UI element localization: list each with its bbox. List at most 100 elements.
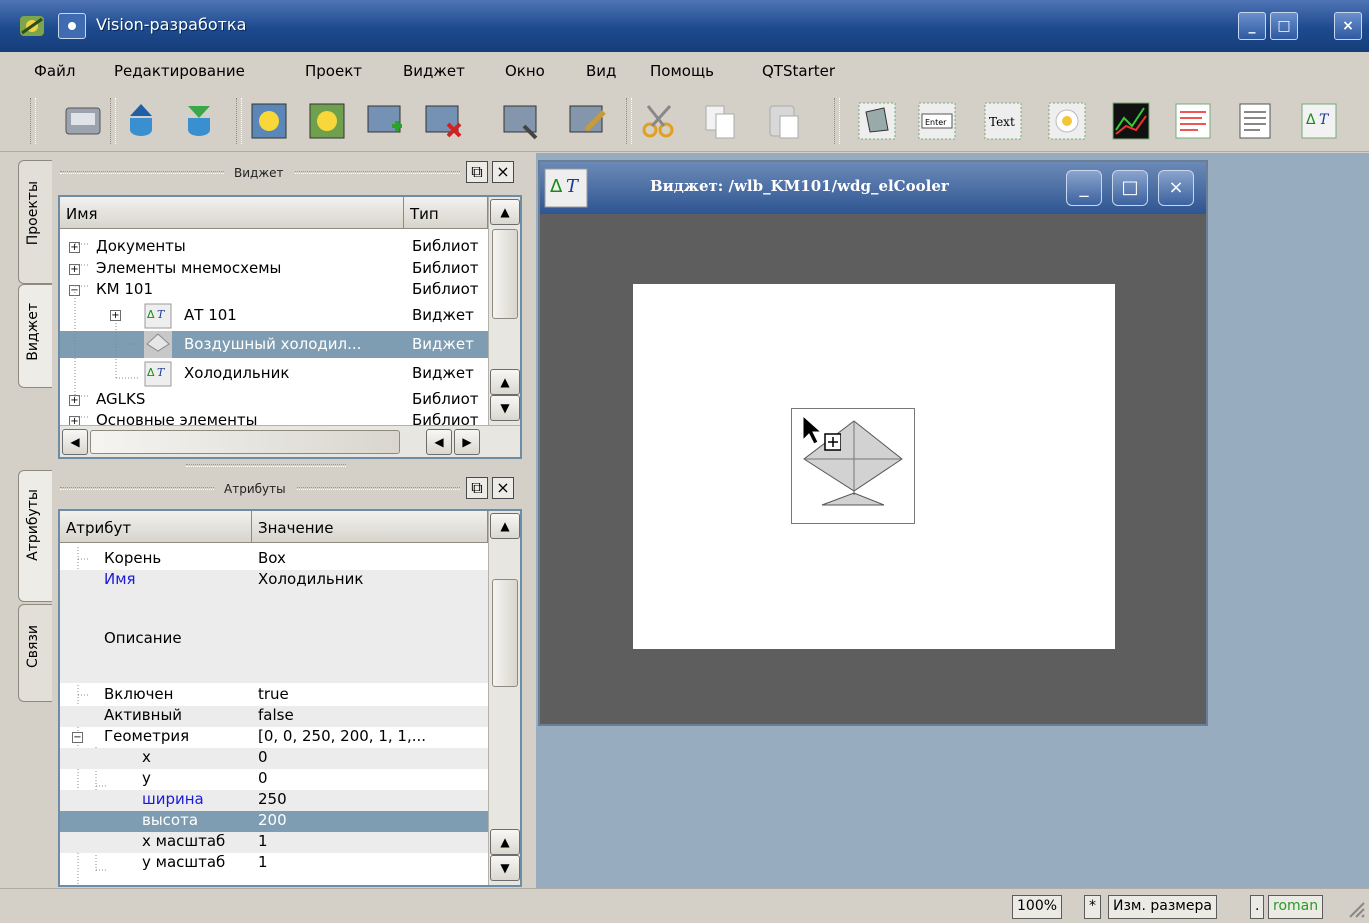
formel-primitive-icon[interactable]: Enter [916,100,958,142]
zoom-indicator[interactable]: 100% [1012,895,1063,919]
toolbar-separator [110,98,116,144]
attr-row[interactable]: x0 [60,748,488,769]
subwindow-title-bar[interactable]: ΔT Виджет: /wlb_KM101/wdg_elCooler _ □ × [540,162,1206,214]
attributes-vscroll[interactable]: ▲ ▲ ▼ [488,511,520,885]
menu-edit[interactable]: Редактирование [114,62,245,80]
subwindow-maximize-button[interactable]: □ [1112,170,1148,206]
cut-icon[interactable] [638,100,680,142]
attr-name: ширина [142,790,204,808]
attr-value: false [258,706,294,724]
attr-row[interactable]: Корень Box [60,549,488,570]
widget-tree[interactable]: Имя Тип + Документы Библиот + Элементы м… [58,195,522,459]
attr-row[interactable]: ширина 250 [60,790,488,811]
scroll-right-button[interactable]: ▶ [454,429,480,455]
attr-row[interactable]: Включен true [60,685,488,706]
col-attribute-header[interactable]: Атрибут [60,511,252,543]
menu-window[interactable]: Окно [505,62,545,80]
subwindow-title: Виджет: /wlb_KM101/wdg_elCooler [650,177,949,195]
cooler-widget-icon [144,331,172,358]
attr-row-selected[interactable]: высота 200 [60,811,488,832]
attr-row[interactable]: Имя Холодильник [60,570,488,591]
db-load-icon[interactable] [120,100,162,142]
minimize-button[interactable]: _ [1238,12,1266,40]
resize-grip-icon[interactable] [1344,897,1366,919]
toolbar-grip[interactable] [30,98,36,144]
copy-icon[interactable] [700,100,742,142]
collapse-icon[interactable]: − [72,732,83,743]
attributes-dock-close-button[interactable]: × [492,477,514,499]
scroll-thumb[interactable] [90,430,400,454]
scroll-up-button[interactable]: ▲ [490,199,520,225]
scroll-up-button[interactable]: ▲ [490,513,520,539]
paste-icon[interactable] [764,100,806,142]
attr-row[interactable]: Активный false [60,706,488,727]
subwindow-minimize-button[interactable]: _ [1066,170,1102,206]
user-indicator[interactable]: roman [1268,895,1324,919]
scroll-thumb[interactable] [492,229,518,319]
diagram-primitive-icon[interactable] [1110,100,1152,142]
scroll-left-button[interactable]: ◀ [62,429,88,455]
tab-widget[interactable]: Виджет [18,284,52,388]
modified-indicator: * [1084,895,1101,919]
text-primitive-icon[interactable]: Text [982,100,1024,142]
db-save-icon[interactable] [178,100,220,142]
dock-splitter[interactable] [186,464,346,467]
attributes-dock-float-button[interactable]: ⧉ [466,477,488,499]
attr-name: Активный [104,706,183,724]
row-name: Холодильник [184,364,290,382]
scroll-down-button[interactable]: ▼ [490,395,520,421]
new-library-icon[interactable] [248,100,290,142]
scroll-up-button[interactable]: ▲ [490,829,520,855]
attr-value: [0, 0, 250, 200, 1, 1,... [258,727,427,745]
attr-row[interactable]: x масштаб 1 [60,832,488,853]
tab-attributes[interactable]: Атрибуты [18,470,52,602]
delete-widget-icon[interactable] [422,100,464,142]
tab-links[interactable]: Связи [18,604,52,702]
menu-file[interactable]: Файл [34,62,75,80]
row-type: Библиот [412,259,479,277]
attr-row[interactable]: y масштаб 1 [60,853,488,874]
menu-view[interactable]: Вид [586,62,616,80]
menu-project[interactable]: Проект [305,62,362,80]
new-library-alt-icon[interactable] [306,100,348,142]
menu-qtstarter[interactable]: QTStarter [762,62,835,80]
elfigure-primitive-icon[interactable] [856,100,898,142]
scroll-thumb[interactable] [492,579,518,687]
media-primitive-icon[interactable] [1046,100,1088,142]
add-widget-icon[interactable] [364,100,406,142]
widget-tree-vscroll[interactable]: ▲ ▲ ▼ [488,197,520,425]
attr-name: Описание [104,629,182,647]
attr-row[interactable]: − Геометрия [0, 0, 250, 200, 1, 1,... [60,727,488,748]
widget-canvas[interactable] [633,284,1115,649]
widget-dock-close-button[interactable]: × [492,161,514,183]
col-value-header[interactable]: Значение [252,511,488,543]
window-menu-icon[interactable] [58,13,86,39]
widget-tree-hscroll[interactable]: ◀ ◀ ▶ [60,425,520,457]
maximize-button[interactable]: □ [1270,12,1298,40]
attributes-table[interactable]: Атрибут Значение Корень Box Имя Холодильни… [58,509,522,887]
scroll-left-button[interactable]: ◀ [426,429,452,455]
col-type-header[interactable]: Тип [404,197,488,229]
scroll-up-button[interactable]: ▲ [490,369,520,395]
tab-projects[interactable]: Проекты [18,160,52,284]
attr-value: 250 [258,790,287,808]
widget-dock-float-button[interactable]: ⧉ [466,161,488,183]
row-name: Воздушный холодил... [184,335,362,353]
value-ap-primitive-icon[interactable]: ΔT [1298,100,1340,142]
document-primitive-icon[interactable] [1234,100,1276,142]
attr-row[interactable]: Описание [60,591,488,683]
widget-properties-icon[interactable] [500,100,542,142]
edit-mode-indicator[interactable]: Изм. размера [1108,895,1217,919]
svg-text:Δ: Δ [147,308,155,321]
subwindow-close-button[interactable]: × [1158,170,1194,206]
menu-help[interactable]: Помощь [650,62,714,80]
menu-widget[interactable]: Виджет [403,62,465,80]
close-button[interactable]: × [1334,12,1362,40]
widget-edit-window[interactable]: ΔT Виджет: /wlb_KM101/wdg_elCooler _ □ × [538,160,1208,726]
protocol-primitive-icon[interactable] [1172,100,1214,142]
library-properties-icon[interactable] [62,100,104,142]
widget-edit-icon[interactable] [566,100,608,142]
title-bar[interactable]: Vision-разработка _ □ × [0,0,1369,52]
attr-row[interactable]: y0 [60,769,488,790]
scroll-down-button[interactable]: ▼ [490,855,520,881]
